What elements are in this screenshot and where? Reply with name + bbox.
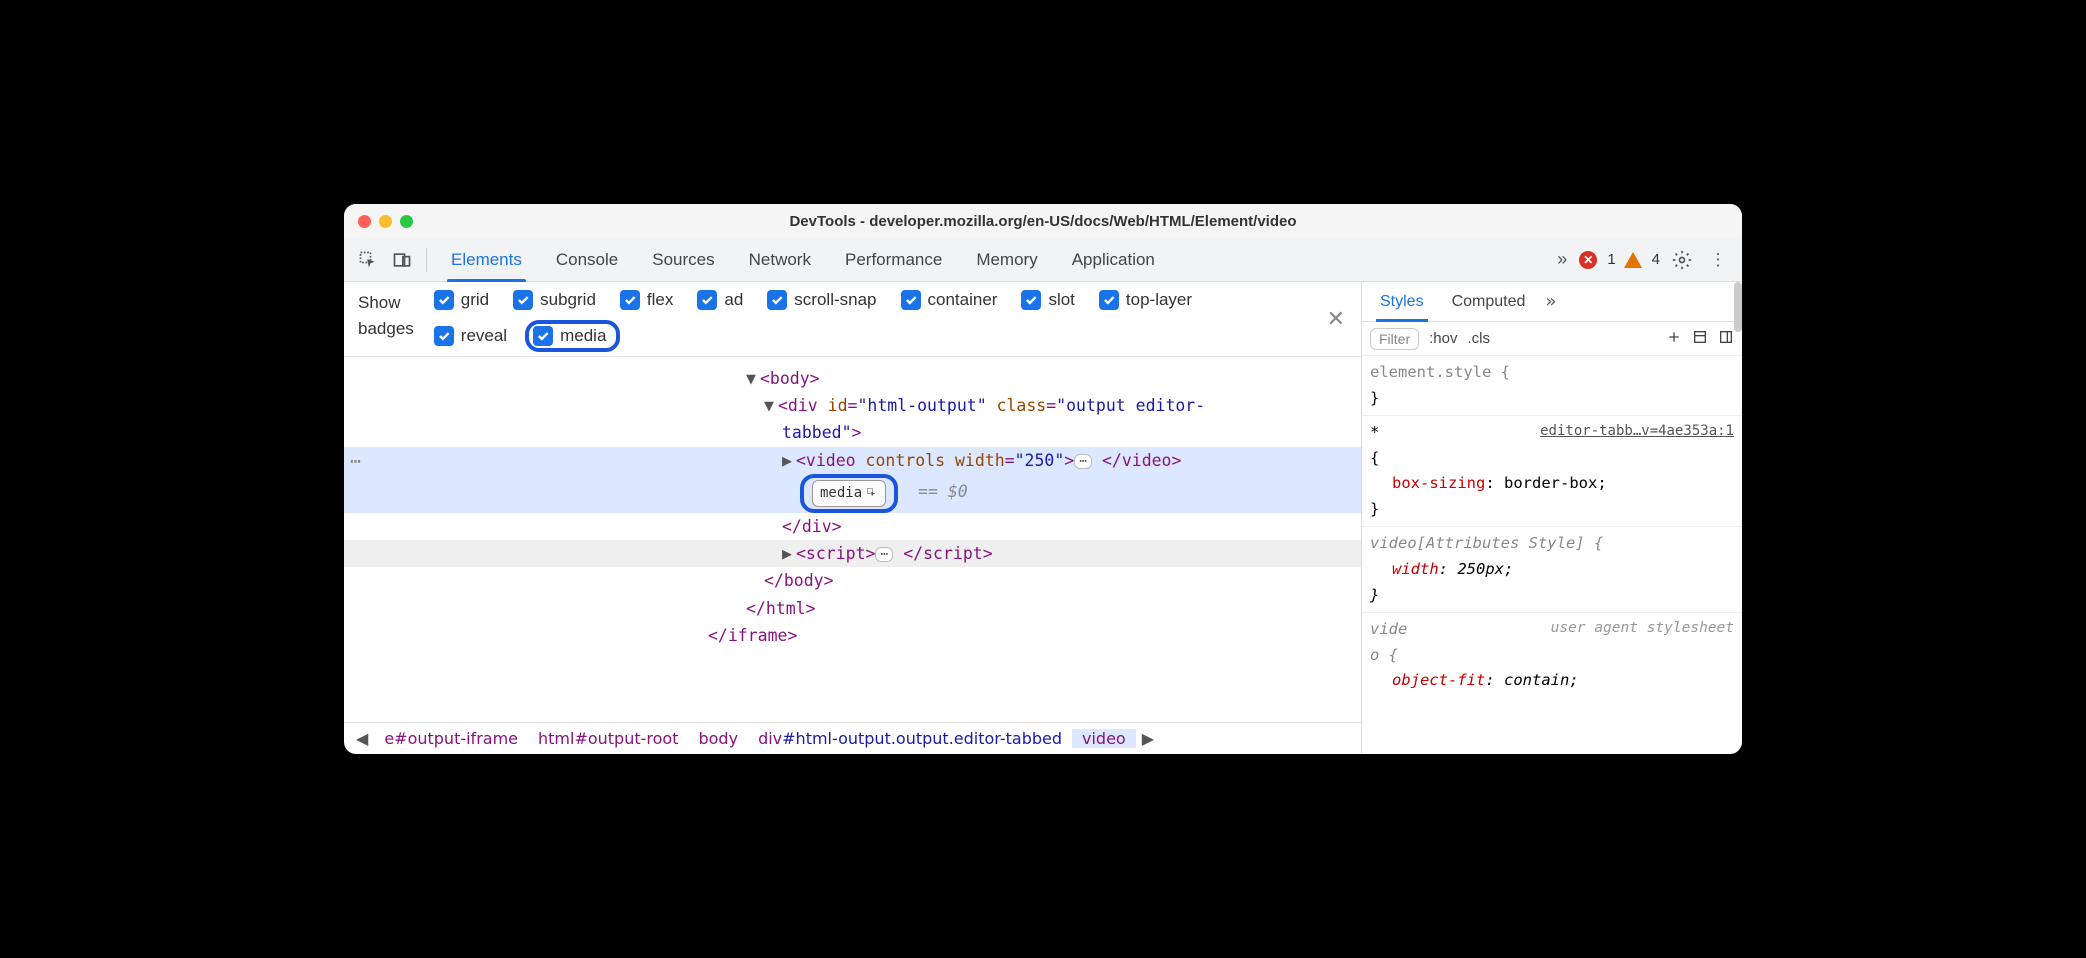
- ellipsis-icon[interactable]: ⋯: [1074, 454, 1092, 469]
- badge-checkbox-grid[interactable]: grid: [434, 290, 489, 310]
- breadcrumb-item[interactable]: e#output-iframe: [374, 729, 528, 748]
- styles-toolbar: Filter :hov .cls: [1362, 322, 1742, 356]
- more-sidebar-tabs-icon[interactable]: »: [1541, 291, 1560, 312]
- tab-elements[interactable]: Elements: [437, 238, 536, 282]
- more-tabs-icon[interactable]: »: [1553, 249, 1571, 270]
- close-badges-icon[interactable]: ✕: [1327, 306, 1345, 332]
- dom-node-body-end[interactable]: </body>: [344, 567, 1361, 594]
- sidebar-tab-computed[interactable]: Computed: [1440, 282, 1538, 322]
- main-toolbar: Elements Console Sources Network Perform…: [344, 238, 1742, 282]
- breadcrumb: ◀ e#output-iframe html#output-root body …: [344, 722, 1361, 754]
- scrollbar-thumb[interactable]: [1734, 282, 1742, 332]
- traffic-lights: [358, 215, 413, 228]
- badge-checkbox-top-layer[interactable]: top-layer: [1099, 290, 1192, 310]
- breadcrumb-scroll-right[interactable]: ▶: [1136, 729, 1160, 749]
- media-badge[interactable]: media: [812, 480, 886, 507]
- settings-icon[interactable]: [1668, 246, 1696, 274]
- tab-memory[interactable]: Memory: [962, 238, 1051, 282]
- warning-icon[interactable]: [1624, 252, 1642, 268]
- dom-node-div[interactable]: ▼<div id="html-output" class="output edi…: [344, 392, 1361, 419]
- breadcrumb-item[interactable]: html#output-root: [528, 729, 688, 748]
- titlebar: DevTools - developer.mozilla.org/en-US/d…: [344, 204, 1742, 238]
- tab-sources[interactable]: Sources: [638, 238, 728, 282]
- sidebar-tabs: Styles Computed »: [1362, 282, 1742, 322]
- badge-settings-bar: Showbadges grid subgrid flex ad scroll-s…: [344, 282, 1361, 357]
- badge-checkbox-scroll-snap[interactable]: scroll-snap: [767, 290, 876, 310]
- toggle-sidebar-icon[interactable]: [1718, 329, 1734, 349]
- inspect-element-icon[interactable]: [354, 246, 382, 274]
- dom-node-div-cont[interactable]: tabbed">: [344, 419, 1361, 446]
- ellipsis-icon[interactable]: ⋯: [875, 547, 893, 562]
- elements-panel: Showbadges grid subgrid flex ad scroll-s…: [344, 282, 1362, 754]
- sidebar-tab-styles[interactable]: Styles: [1368, 282, 1436, 322]
- tab-console[interactable]: Console: [542, 238, 632, 282]
- window-title: DevTools - developer.mozilla.org/en-US/d…: [344, 213, 1742, 230]
- source-link[interactable]: editor-tabb…v=4ae353a:1: [1540, 420, 1734, 443]
- dom-node-div-end[interactable]: </div>: [344, 513, 1361, 540]
- error-icon[interactable]: ✕: [1579, 251, 1597, 269]
- dom-node-video[interactable]: ⋯▶<video controls width="250">⋯ </video>: [344, 447, 1361, 474]
- badge-checkbox-ad[interactable]: ad: [697, 290, 743, 310]
- tab-network[interactable]: Network: [735, 238, 825, 282]
- new-style-rule-icon[interactable]: [1666, 329, 1682, 349]
- breadcrumb-item[interactable]: body: [688, 729, 748, 748]
- kebab-menu-icon[interactable]: ⋮: [1704, 246, 1732, 274]
- zoom-window-button[interactable]: [400, 215, 413, 228]
- badge-checkbox-media[interactable]: media: [525, 320, 620, 352]
- badge-checkbox-container[interactable]: container: [901, 290, 998, 310]
- badges-label: Showbadges: [358, 290, 414, 341]
- media-badge-highlight: media: [800, 474, 898, 513]
- breadcrumb-item[interactable]: div#html-output.output.editor-tabbed: [748, 729, 1072, 748]
- close-window-button[interactable]: [358, 215, 371, 228]
- tab-application[interactable]: Application: [1058, 238, 1169, 282]
- styles-rules[interactable]: element.style { } *editor-tabb…v=4ae353a…: [1362, 356, 1742, 754]
- badge-checkbox-subgrid[interactable]: subgrid: [513, 290, 596, 310]
- error-count: 1: [1605, 251, 1615, 268]
- badge-checkbox-flex[interactable]: flex: [620, 290, 673, 310]
- devtools-window: DevTools - developer.mozilla.org/en-US/d…: [344, 204, 1742, 754]
- badge-checkbox-reveal[interactable]: reveal: [434, 324, 507, 348]
- dom-node-script[interactable]: ▶<script>⋯ </script>: [344, 540, 1361, 567]
- dom-node-iframe-end[interactable]: </iframe>: [344, 622, 1361, 649]
- dollar-zero: == $0: [918, 482, 968, 501]
- computed-mode-icon[interactable]: [1692, 329, 1708, 349]
- minimize-window-button[interactable]: [379, 215, 392, 228]
- dom-node-body[interactable]: ▼<body>: [344, 365, 1361, 392]
- cls-toggle[interactable]: .cls: [1467, 330, 1490, 347]
- breadcrumb-item-active[interactable]: video: [1072, 729, 1136, 748]
- styles-filter-input[interactable]: Filter: [1370, 328, 1419, 350]
- breadcrumb-scroll-left[interactable]: ◀: [350, 729, 374, 749]
- warning-count: 4: [1650, 251, 1660, 268]
- dom-node-html-end[interactable]: </html>: [344, 595, 1361, 622]
- device-toolbar-icon[interactable]: [388, 246, 416, 274]
- tab-performance[interactable]: Performance: [831, 238, 956, 282]
- hover-toggle[interactable]: :hov: [1429, 330, 1457, 347]
- badge-checkbox-slot[interactable]: slot: [1021, 290, 1074, 310]
- dom-tree[interactable]: ▼<body> ▼<div id="html-output" class="ou…: [344, 357, 1361, 722]
- styles-sidebar: Styles Computed » Filter :hov .cls eleme…: [1362, 282, 1742, 754]
- ua-stylesheet-label: user agent stylesheet: [1551, 617, 1734, 641]
- dom-node-video-badge-row[interactable]: media == $0: [344, 474, 1361, 513]
- separator: [426, 248, 427, 272]
